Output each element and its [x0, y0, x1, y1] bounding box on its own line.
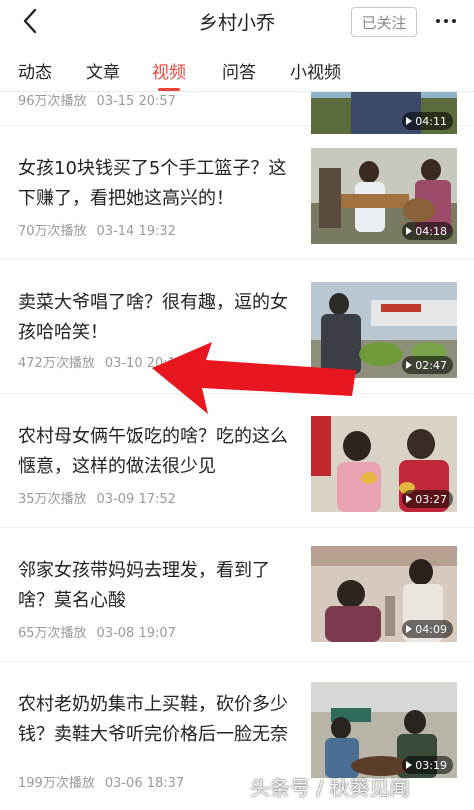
video-meta: 96万次播放 03-15 20:57 — [18, 92, 186, 109]
view-count: 96万次播放 — [18, 94, 87, 109]
play-icon — [406, 227, 413, 235]
video-duration: 04:09 — [402, 620, 453, 638]
video-item[interactable]: 卖菜大爷唱了啥？很有趣，逗的女孩哈哈笑！ 472万次播放 03-10 20:18 … — [0, 260, 474, 394]
view-count: 199万次播放 — [18, 776, 95, 791]
play-icon — [406, 361, 413, 369]
more-dot-icon — [444, 19, 448, 23]
play-icon — [406, 761, 413, 769]
tab-short-videos[interactable]: 小视频 — [290, 58, 341, 83]
tab-bar: 动态 文章 视频 问答 小视频 — [0, 48, 474, 92]
publish-date: 03-15 20:57 — [96, 94, 176, 109]
video-title: 邻家女孩带妈妈去理发，看到了啥？莫名心酸 — [18, 560, 270, 611]
video-item[interactable]: 96万次播放 03-15 20:57 04:11 — [0, 92, 474, 134]
video-duration: 04:18 — [402, 222, 453, 240]
video-meta: 199万次播放 03-06 18:37 — [18, 772, 194, 791]
video-duration: 02:47 — [402, 356, 453, 374]
play-icon — [406, 117, 413, 125]
video-meta: 35万次播放 03-09 17:52 — [18, 488, 186, 507]
tab-dynamic[interactable]: 动态 — [18, 58, 52, 83]
publish-date: 03-09 17:52 — [96, 492, 176, 507]
video-title: 女孩10块钱买了5个手工篮子？这下赚了，看把她这高兴的！ — [18, 158, 287, 209]
follow-button[interactable]: 已关注 — [351, 7, 417, 37]
view-count: 65万次播放 — [18, 626, 87, 641]
active-tab-indicator — [158, 88, 180, 91]
more-options-button[interactable] — [428, 10, 464, 32]
video-title: 农村母女俩午饭吃的啥？吃的这么惬意，这样的做法很少见 — [18, 426, 288, 477]
play-icon — [406, 495, 413, 503]
video-title: 农村老奶奶集市上买鞋，砍价多少钱？卖鞋大爷听完价格后一脸无奈 — [18, 694, 288, 745]
video-item[interactable]: 农村母女俩午饭吃的啥？吃的这么惬意，这样的做法很少见 35万次播放 03-09 1… — [0, 394, 474, 528]
video-thumbnail[interactable]: 03:27 — [311, 416, 457, 512]
more-dot-icon — [452, 19, 456, 23]
video-meta: 472万次播放 03-10 20:18 — [18, 352, 194, 371]
publish-date: 03-14 19:32 — [96, 224, 176, 239]
play-icon — [406, 625, 413, 633]
video-item[interactable]: 农村老奶奶集市上买鞋，砍价多少钱？卖鞋大爷听完价格后一脸无奈 199万次播放 03… — [0, 662, 474, 810]
view-count: 35万次播放 — [18, 492, 87, 507]
publish-date: 03-08 19:07 — [96, 626, 176, 641]
video-item[interactable]: 女孩10块钱买了5个手工篮子？这下赚了，看把她这高兴的！ 70万次播放 03-14… — [0, 126, 474, 260]
view-count: 472万次播放 — [18, 356, 95, 371]
video-title: 卖菜大爷唱了啥？很有趣，逗的女孩哈哈笑！ — [18, 292, 288, 343]
video-meta: 65万次播放 03-08 19:07 — [18, 622, 186, 641]
video-thumbnail[interactable]: 02:47 — [311, 282, 457, 378]
video-thumbnail[interactable]: 04:09 — [311, 546, 457, 642]
video-meta: 70万次播放 03-14 19:32 — [18, 220, 186, 239]
video-duration: 03:19 — [402, 756, 453, 774]
video-duration: 03:27 — [402, 490, 453, 508]
tab-qa[interactable]: 问答 — [222, 58, 256, 83]
back-button[interactable] — [16, 6, 44, 36]
tab-articles[interactable]: 文章 — [86, 58, 120, 83]
video-thumbnail[interactable]: 04:18 — [311, 148, 457, 244]
top-bar: 乡村小乔 已关注 — [0, 0, 474, 42]
video-item[interactable]: 邻家女孩带妈妈去理发，看到了啥？莫名心酸 65万次播放 03-08 19:07 0… — [0, 528, 474, 662]
tab-videos[interactable]: 视频 — [152, 58, 186, 83]
video-list[interactable]: 96万次播放 03-15 20:57 04:11 女孩10块钱买了5个手工篮子？这… — [0, 92, 474, 810]
publish-date: 03-06 18:37 — [104, 776, 185, 791]
view-count: 70万次播放 — [18, 224, 87, 239]
back-arrow-icon — [23, 8, 37, 34]
publish-date: 03-10 20:18 — [104, 356, 185, 371]
more-dot-icon — [436, 19, 440, 23]
video-thumbnail[interactable]: 03:19 — [311, 682, 457, 778]
